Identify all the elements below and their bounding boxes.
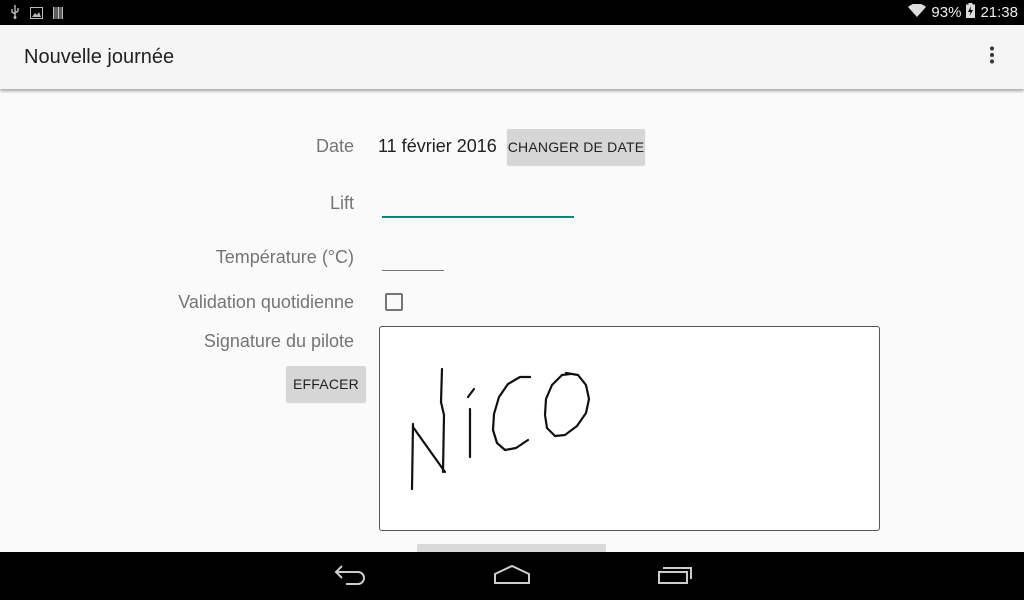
signature-pad[interactable] bbox=[379, 326, 880, 531]
validation-label: Validation quotidienne bbox=[178, 292, 354, 312]
back-button[interactable] bbox=[330, 564, 370, 588]
status-right: 93% 21:38 bbox=[908, 2, 1018, 22]
recents-icon bbox=[657, 563, 693, 590]
status-left-icons bbox=[10, 5, 63, 24]
clear-signature-button[interactable]: EFFACER bbox=[286, 366, 366, 402]
validation-checkbox[interactable] bbox=[385, 293, 403, 311]
date-value: 11 février 2016 bbox=[378, 136, 497, 156]
signature-label: Signature du pilote bbox=[203, 331, 354, 351]
battery-charging-icon bbox=[966, 3, 976, 22]
home-button[interactable] bbox=[492, 564, 532, 588]
change-date-button[interactable]: CHANGER DE DATE bbox=[507, 129, 645, 165]
temperature-input[interactable] bbox=[382, 242, 444, 271]
status-bar: 93% 21:38 bbox=[0, 0, 1024, 25]
lift-label: Lift bbox=[329, 193, 354, 213]
recents-button[interactable] bbox=[655, 564, 695, 588]
image-icon bbox=[30, 6, 43, 24]
usb-icon bbox=[10, 5, 20, 24]
more-vert-icon bbox=[989, 46, 995, 69]
clock: 21:38 bbox=[980, 4, 1018, 21]
overflow-menu-button[interactable] bbox=[978, 43, 1006, 71]
barcode-icon bbox=[53, 6, 63, 24]
page-title: Nouvelle journée bbox=[24, 46, 175, 68]
temperature-label: Température (°C) bbox=[215, 247, 354, 267]
lift-input[interactable] bbox=[382, 188, 574, 218]
wifi-icon bbox=[908, 2, 927, 22]
navigation-bar bbox=[0, 552, 1024, 600]
battery-percent: 93% bbox=[931, 4, 962, 21]
home-icon bbox=[493, 563, 531, 590]
signature-drawing bbox=[410, 367, 591, 491]
back-icon bbox=[332, 563, 368, 590]
app-bar: Nouvelle journée bbox=[0, 25, 1024, 89]
date-label: Date bbox=[315, 136, 354, 156]
